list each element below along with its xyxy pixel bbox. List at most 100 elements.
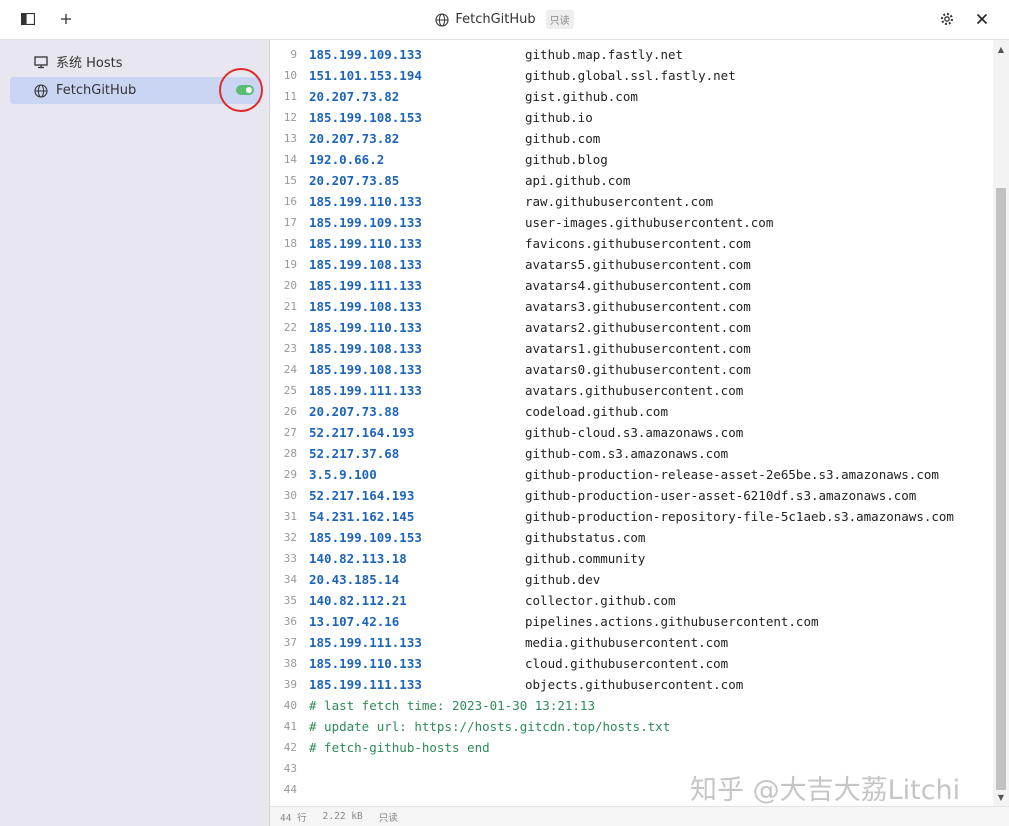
ip-address: 185.199.111.133 (309, 635, 422, 650)
line-number: 33 (283, 552, 297, 565)
editor-line: 25 185.199.111.133 avatars.githubuserconte… (270, 380, 993, 401)
ip-address: 52.217.37.68 (309, 446, 400, 461)
hostname: github-com.s3.amazonaws.com (525, 446, 729, 461)
ip-address: 185.199.110.133 (309, 236, 422, 251)
line-number: 23 (283, 342, 297, 355)
sidebar: 系统 Hosts FetchGitHub (0, 40, 270, 826)
ip-address: 20.207.73.85 (309, 173, 400, 188)
editor-line: 41 # update url: https://hosts.gitcdn.top… (270, 716, 993, 737)
line-number: 40 (283, 699, 297, 712)
editor-line: 30 52.217.164.193 github-production-user-a… (270, 485, 993, 506)
line-number: 41 (283, 720, 297, 733)
hostname: avatars5.githubusercontent.com (525, 257, 751, 272)
editor-line: 31 54.231.162.145 github-production-reposi… (270, 506, 993, 527)
sidebar-item-label: FetchGitHub (56, 83, 137, 98)
editor-line: 16 185.199.110.133 raw.githubusercontent.c… (270, 191, 993, 212)
readonly-badge: 只读 (545, 10, 574, 29)
hostname: github.global.ssl.fastly.net (525, 68, 736, 83)
ip-address: 52.217.164.193 (309, 425, 415, 440)
ip-address: 185.199.108.133 (309, 362, 422, 377)
hostname: github.com (525, 131, 601, 146)
scrollbar-thumb[interactable] (996, 188, 1006, 790)
hostname: githubstatus.com (525, 530, 646, 545)
editor-line: 27 52.217.164.193 github-cloud.s3.amazonaw… (270, 422, 993, 443)
gear-icon[interactable] (938, 10, 956, 28)
editor-line: 40 # last fetch time: 2023-01-30 13:21:13 (270, 695, 993, 716)
ip-address: 192.0.66.2 (309, 152, 385, 167)
line-number: 37 (283, 636, 297, 649)
watermark: 知乎 @大吉大荔Litchi (690, 775, 961, 806)
editor-line: 20 185.199.111.133 avatars4.githubusercont… (270, 275, 993, 296)
line-number: 29 (283, 468, 297, 481)
line-number: 25 (283, 384, 297, 397)
editor-line: 17 185.199.109.133 user-images.githubuserc… (270, 212, 993, 233)
ip-address: 54.231.162.145 (309, 509, 415, 524)
editor-line: 13 20.207.73.82 github.com (270, 128, 993, 149)
line-number: 30 (283, 489, 297, 502)
ip-address: 185.199.110.133 (309, 194, 422, 209)
editor-line: 42 # fetch-github-hosts end (270, 737, 993, 758)
hostname: github-production-repository-file-5c1aeb… (525, 509, 954, 524)
hostname: github-production-release-asset-2e65be.s… (525, 467, 939, 482)
line-number: 26 (283, 405, 297, 418)
line-number: 43 (283, 762, 297, 775)
hostname: github.blog (525, 152, 608, 167)
line-number: 24 (283, 363, 297, 376)
editor-line: 37 185.199.111.133 media.githubusercontent… (270, 632, 993, 653)
close-icon[interactable] (973, 10, 991, 28)
hostname: cloud.githubusercontent.com (525, 656, 729, 671)
line-number: 31 (283, 510, 297, 523)
highlight-circle (219, 68, 263, 112)
editor-line: 36 13.107.42.16 pipelines.actions.githubus… (270, 611, 993, 632)
editor-line: 18 185.199.110.133 favicons.githubusercont… (270, 233, 993, 254)
sidebar-item-system-hosts[interactable]: 系统 Hosts (10, 48, 261, 75)
readonly-status: 只读 (378, 812, 398, 824)
window-title: FetchGitHub 只读 (0, 0, 1009, 39)
line-number: 13 (283, 132, 297, 145)
ip-address: 20.207.73.82 (309, 131, 400, 146)
ip-address: 185.199.108.153 (309, 110, 422, 125)
line-number: 32 (283, 531, 297, 544)
line-number: 27 (283, 426, 297, 439)
line-number: 20 (283, 279, 297, 292)
hosts-editor[interactable]: 9 185.199.109.133 github.map.fastly.net 10 1… (270, 40, 993, 806)
line-number: 28 (283, 447, 297, 460)
editor-line: 34 20.43.185.14 github.dev (270, 569, 993, 590)
vertical-scrollbar[interactable]: ▲ ▼ (993, 40, 1009, 806)
hostname: pipelines.actions.githubusercontent.com (525, 614, 819, 629)
ip-address: 140.82.112.21 (309, 593, 407, 608)
line-number: 12 (283, 111, 297, 124)
ip-address: 185.199.109.133 (309, 215, 422, 230)
ip-address: 185.199.108.133 (309, 341, 422, 356)
scroll-up-arrow-icon[interactable]: ▲ (993, 42, 1009, 56)
comment-text: # last fetch time: 2023-01-30 13:21:13 (309, 698, 595, 713)
editor-line: 9 185.199.109.133 github.map.fastly.net (270, 44, 993, 65)
ip-address: 185.199.110.133 (309, 656, 422, 671)
line-number: 38 (283, 657, 297, 670)
editor-line: 14 192.0.66.2 github.blog (270, 149, 993, 170)
monitor-icon (34, 55, 48, 69)
editor-line: 21 185.199.108.133 avatars3.githubusercont… (270, 296, 993, 317)
globe-icon (435, 12, 449, 27)
hostname: avatars2.githubusercontent.com (525, 320, 751, 335)
scroll-down-arrow-icon[interactable]: ▼ (993, 790, 1009, 804)
ip-address: 185.199.109.153 (309, 530, 422, 545)
editor-line: 11 20.207.73.82 gist.github.com (270, 86, 993, 107)
ip-address: 140.82.113.18 (309, 551, 407, 566)
hostname: api.github.com (525, 173, 631, 188)
hostname: collector.github.com (525, 593, 676, 608)
window-title-text: FetchGitHub (455, 12, 536, 27)
ip-address: 185.199.109.133 (309, 47, 422, 62)
ip-address: 20.207.73.82 (309, 89, 400, 104)
hostname: github-cloud.s3.amazonaws.com (525, 425, 744, 440)
ip-address: 20.207.73.88 (309, 404, 400, 419)
hostname: objects.githubusercontent.com (525, 677, 744, 692)
ip-address: 52.217.164.193 (309, 488, 415, 503)
line-number: 22 (283, 321, 297, 334)
line-number: 34 (283, 573, 297, 586)
ip-address: 20.43.185.14 (309, 572, 400, 587)
ip-address: 13.107.42.16 (309, 614, 400, 629)
status-bar: 44 行 2.22 kB 只读 (270, 806, 1009, 826)
hostname: gist.github.com (525, 89, 638, 104)
ip-address: 185.199.111.133 (309, 383, 422, 398)
